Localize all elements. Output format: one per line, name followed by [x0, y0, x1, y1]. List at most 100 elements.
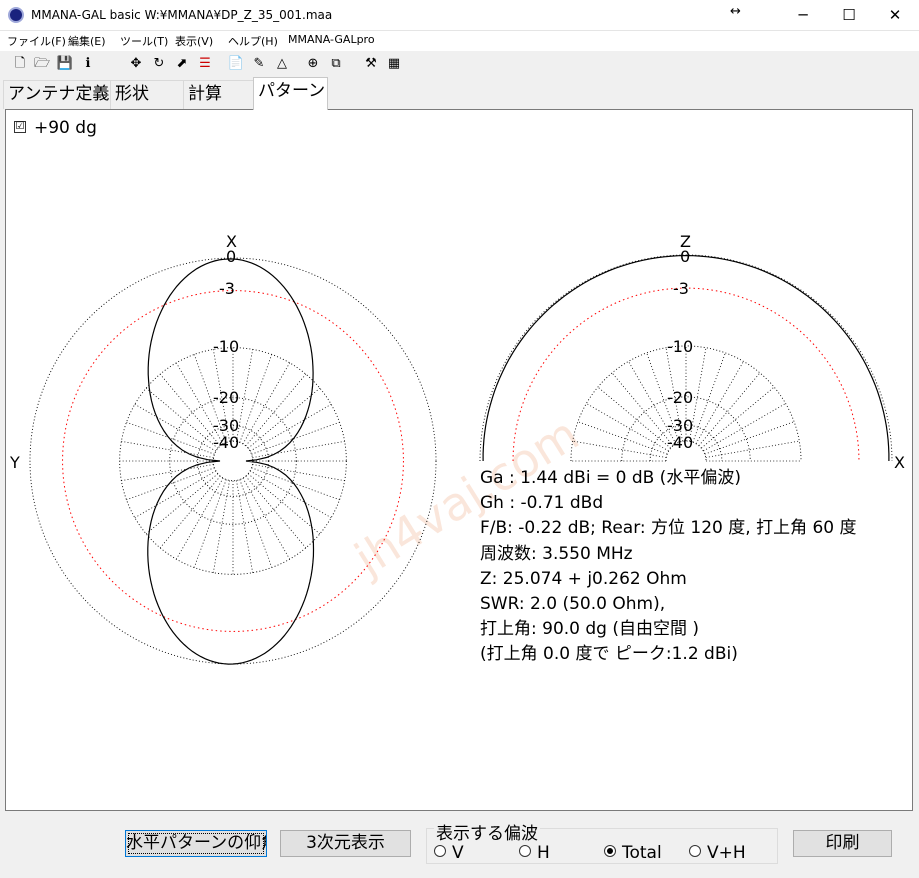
v-grid-spoke: [586, 403, 669, 452]
h-grid-spoke: [193, 479, 227, 568]
triangle-icon[interactable]: △: [273, 55, 291, 73]
v-grid-spoke: [701, 386, 775, 449]
h-grid-spoke: [249, 403, 332, 452]
new-file-icon[interactable]: 🗋: [11, 55, 29, 73]
minimize-button[interactable]: ─: [780, 0, 826, 31]
radio-v-label: V: [452, 843, 464, 863]
maximize-button[interactable]: ☐: [826, 0, 872, 31]
readout-swr: SWR: 2.0 (50.0 Ohm),: [480, 593, 666, 614]
v-grid-spoke: [703, 403, 786, 452]
menu-tools[interactable]: ツール(T): [120, 33, 168, 49]
target-icon[interactable]: ⊕: [304, 55, 322, 73]
title-bar: MMANA-GAL basic W:¥MMANA¥DP_Z_35_001.maa…: [0, 0, 919, 31]
elevation-checkbox[interactable]: ☑: [14, 121, 26, 133]
h-grid-spoke: [247, 473, 321, 535]
tab-pattern[interactable]: パターン: [253, 77, 328, 110]
print-button[interactable]: 印刷: [793, 830, 892, 857]
rotate-icon[interactable]: ↻: [150, 55, 168, 73]
document-icon[interactable]: 📄: [227, 55, 245, 73]
close-button[interactable]: ✕: [872, 0, 918, 31]
move-icon[interactable]: ✥: [127, 55, 145, 73]
h-grid-spoke: [126, 467, 215, 501]
h-grid-spoke: [242, 477, 291, 560]
calculator-icon[interactable]: ▦: [385, 55, 403, 73]
readout-peak: (打上角 0.0 度で ピーク:1.2 dBi): [480, 644, 738, 665]
radio-total[interactable]: Total: [604, 843, 662, 863]
menu-view[interactable]: 表示(V): [175, 33, 213, 49]
h-grid-spoke: [251, 467, 340, 501]
v-ring-label-40: -40: [667, 433, 693, 452]
menu-file[interactable]: ファイル(F): [7, 33, 66, 49]
app-icon[interactable]: [8, 7, 24, 23]
h-ring-label-20: -20: [213, 388, 239, 407]
menu-edit[interactable]: 編集(E): [68, 33, 106, 49]
h-grid-spoke: [159, 373, 221, 447]
v-ring-label-10: -10: [667, 337, 693, 356]
h-grid-spoke: [251, 421, 340, 455]
bottom-controls: 水平パターンの仰角 3次元表示 表示する偏波 V H Total V+H 印刷: [0, 811, 919, 878]
h-grid-spoke: [126, 421, 215, 455]
result-readout: Ga : 1.44 dBi = 0 dB (水平偏波) Gh : -0.71 d…: [480, 466, 912, 668]
readout-elevation: 打上角: 90.0 dg (自由空間 ): [480, 619, 700, 640]
h-grid-spoke: [239, 479, 273, 568]
radio-v-plus-h-dot: [689, 845, 701, 857]
readout-impedance: Z: 25.074 + j0.262 Ohm: [480, 568, 687, 589]
h-grid-ring: [29, 257, 437, 665]
info-icon[interactable]: ℹ: [79, 55, 97, 73]
v-ring-label-20: -20: [667, 388, 693, 407]
h-ring-label-3: -3: [219, 279, 235, 298]
radio-h[interactable]: H: [519, 843, 550, 863]
pen-icon[interactable]: ✎: [250, 55, 268, 73]
radio-h-dot: [519, 845, 531, 857]
v-ring-label-3: -3: [673, 279, 689, 298]
v-grid-spoke: [698, 372, 761, 446]
v-ring-label-0: 0: [680, 247, 690, 266]
menu-bar: ファイル(F) 編集(E) ツール(T) 表示(V) ヘルプ(H) MMANA-…: [0, 31, 919, 51]
h-grid-spoke: [247, 387, 321, 449]
h-ring-label-40: -40: [213, 433, 239, 452]
menu-help[interactable]: ヘルプ(H): [228, 33, 278, 49]
pattern-panel: jh4vaj.com X Y Z X 0 -3 -10 -20 -30 -40 …: [5, 109, 913, 811]
radio-total-dot: [604, 845, 616, 857]
wire-list-icon[interactable]: ☰: [196, 55, 214, 73]
h-grid-spoke: [252, 464, 345, 482]
save-icon[interactable]: 💾: [56, 55, 74, 73]
v-grid-spoke: [705, 440, 800, 458]
h-ring-label-0: 0: [226, 247, 236, 266]
tools-icon[interactable]: ⚒: [362, 55, 380, 73]
resize-arrows-icon: ↔: [730, 4, 741, 19]
pattern-plots: jh4vaj.com X Y Z X 0 -3 -10 -20 -30 -40 …: [9, 232, 905, 665]
radio-h-label: H: [537, 843, 550, 863]
window-title: MMANA-GAL basic W:¥MMANA¥DP_Z_35_001.maa: [31, 8, 333, 22]
v-grid-spoke: [572, 440, 667, 458]
radio-total-label: Total: [622, 843, 662, 863]
copy-icon[interactable]: ⧉: [327, 55, 345, 73]
open-folder-icon[interactable]: 🗁: [33, 55, 51, 73]
h-grid-spoke: [236, 480, 254, 573]
resize-icon[interactable]: ⬈: [173, 55, 191, 73]
h-grid-spoke: [159, 475, 221, 549]
radio-v-plus-h-label: V+H: [707, 843, 746, 863]
tab-strip: アンテナ定義 形状 計算 パターン: [0, 77, 919, 110]
tab-geometry[interactable]: 形状: [110, 80, 184, 109]
radio-v-plus-h[interactable]: V+H: [689, 843, 746, 863]
h-grid-spoke: [121, 440, 214, 458]
elevation-checkbox-label: +90 dg: [34, 118, 97, 138]
tab-antenna-definition[interactable]: アンテナ定義: [3, 80, 111, 109]
h-axis-left-label: Y: [9, 453, 20, 472]
readout-frequency: 周波数: 3.550 MHz: [480, 543, 633, 564]
v-grid-spoke: [577, 421, 668, 455]
h-grid-spoke: [239, 354, 273, 443]
horizontal-pattern-elevation-button[interactable]: 水平パターンの仰角: [125, 830, 267, 857]
view-3d-button[interactable]: 3次元表示: [280, 830, 411, 857]
h-grid-spoke: [175, 477, 224, 560]
v-grid-spoke: [695, 361, 744, 444]
readout-gain-dbd: Gh : -0.71 dBd: [480, 493, 604, 514]
v-grid-spoke: [611, 372, 674, 446]
polarization-legend: 表示する偏波: [434, 819, 540, 844]
tab-calculate[interactable]: 計算: [183, 80, 255, 109]
readout-gain-dbi: Ga : 1.44 dBi = 0 dB (水平偏波): [480, 468, 741, 488]
h-ring-label-10: -10: [213, 337, 239, 356]
menu-mmana-galpro[interactable]: MMANA-GALpro: [288, 33, 375, 46]
radio-v[interactable]: V: [434, 843, 464, 863]
